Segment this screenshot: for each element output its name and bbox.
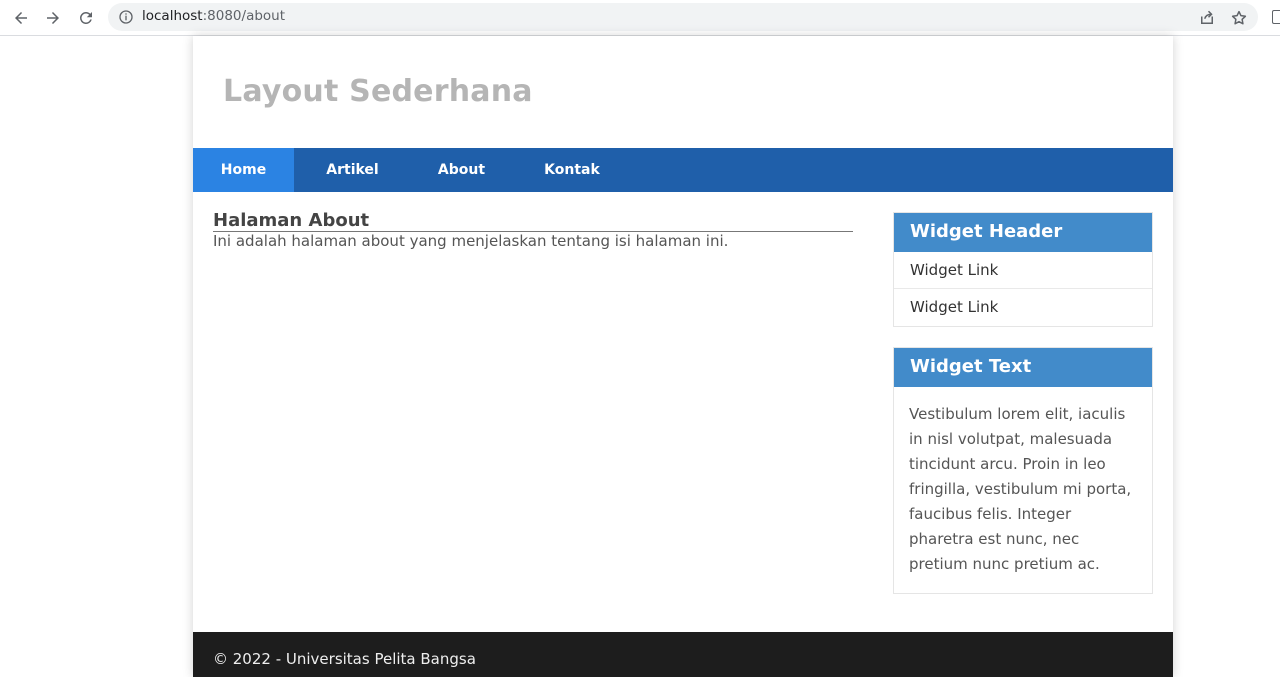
site-footer: © 2022 - Universitas Pelita Bangsa — [193, 632, 1173, 677]
footer-copyright: © 2022 - Universitas Pelita Bangsa — [213, 650, 476, 668]
share-icon[interactable] — [1198, 9, 1216, 27]
page-description: Ini adalah halaman about yang menjelaska… — [213, 232, 729, 250]
url-host: localhost — [142, 8, 203, 24]
widget-text-body: Vestibulum lorem elit, iaculis in nisl v… — [909, 405, 1132, 573]
page-container: Layout Sederhana Home Artikel About Kont… — [193, 36, 1173, 677]
url-text[interactable]: localhost:8080/about — [142, 8, 285, 24]
widget-link-1[interactable]: Widget Link — [894, 252, 1152, 289]
nav-item-kontak[interactable]: Kontak — [512, 148, 632, 192]
url-path: :8080/about — [202, 8, 286, 24]
browser-toolbar: localhost:8080/about — [0, 0, 1280, 36]
star-icon[interactable] — [1230, 9, 1248, 27]
nav-item-artikel[interactable]: Artikel — [294, 148, 411, 192]
back-icon[interactable] — [9, 6, 33, 30]
side-panel-icon[interactable] — [1272, 10, 1280, 24]
nav-item-home[interactable]: Home — [193, 148, 294, 192]
widget-header-box: Widget Header Widget Link Widget Link — [893, 212, 1153, 327]
page-heading: Halaman About — [213, 210, 853, 232]
nav-item-about[interactable]: About — [411, 148, 512, 192]
forward-icon[interactable] — [41, 6, 65, 30]
main-navbar: Home Artikel About Kontak — [193, 148, 1173, 192]
address-bar[interactable]: localhost:8080/about — [108, 3, 1258, 31]
info-icon[interactable] — [118, 9, 134, 25]
widget-text-box: Widget Text Vestibulum lorem elit, iacul… — [893, 347, 1153, 594]
widget-text-title: Widget Text — [894, 348, 1152, 387]
widget-header-title: Widget Header — [894, 213, 1152, 252]
widget-link-2[interactable]: Widget Link — [894, 289, 1152, 326]
site-title: Layout Sederhana — [223, 74, 533, 109]
reload-icon[interactable] — [74, 6, 98, 30]
